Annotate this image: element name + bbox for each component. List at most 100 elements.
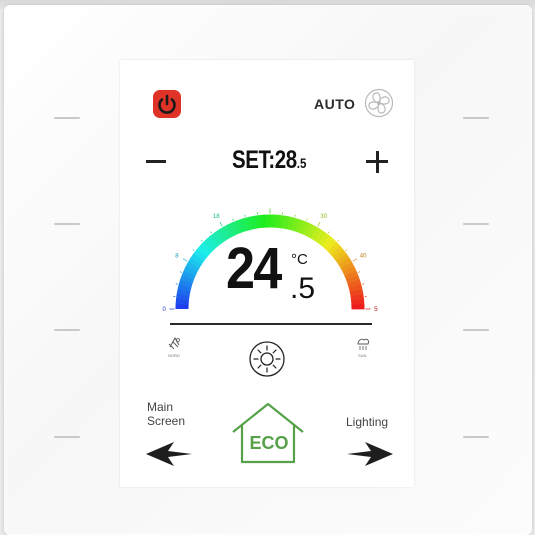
gauge-segment: [335, 253, 350, 265]
setpoint-fraction: .5: [296, 155, 307, 171]
gauge-tick: [244, 214, 246, 217]
setpoint-label: SET:28: [232, 146, 297, 174]
gauge-segment: [245, 216, 254, 231]
gauge-segment: [314, 229, 326, 244]
gauge-tick: [345, 249, 348, 252]
gauge-segment: [222, 224, 234, 239]
gauge-segment: [176, 288, 191, 297]
side-key-right-1[interactable]: [463, 117, 489, 119]
gauge-segment: [190, 253, 205, 265]
main-screen-label[interactable]: Main Screen: [147, 400, 185, 428]
setpoint-display: SET:28.5: [232, 146, 306, 176]
gauge-segment: [227, 222, 238, 237]
gauge-segment: [193, 249, 207, 262]
gauge-segment: [185, 261, 200, 273]
gauge-tick: [327, 231, 330, 234]
eco-label: ECO: [249, 433, 289, 453]
gauge-segment: [240, 217, 250, 232]
gauge-segment: [180, 274, 195, 284]
gauge-segment: [324, 238, 338, 252]
forward-arrow-icon[interactable]: [345, 440, 395, 468]
gauge-segment: [327, 242, 341, 255]
side-key-left-4[interactable]: [54, 436, 80, 438]
cool-mode-icon[interactable]: [166, 335, 184, 353]
gauge-tick: [358, 271, 361, 273]
side-key-left-2[interactable]: [54, 223, 80, 225]
gauge-segment: [181, 270, 196, 280]
gauge-segment: [295, 219, 305, 234]
gauge-segment: [291, 217, 300, 232]
gauge-segment: [177, 284, 192, 293]
gauge-segment: [250, 215, 258, 230]
gauge-tick: [232, 218, 234, 221]
plus-icon[interactable]: [366, 151, 388, 173]
side-key-right-4[interactable]: [463, 436, 489, 438]
gauge-segment: [218, 226, 230, 241]
side-key-right-3[interactable]: [463, 329, 489, 331]
fan-icon[interactable]: [364, 88, 394, 118]
gauge-segment: [338, 257, 353, 269]
minus-icon[interactable]: [146, 160, 166, 163]
power-icon[interactable]: [152, 89, 182, 119]
gauge-tick: [219, 221, 223, 227]
side-key-left-3[interactable]: [54, 329, 80, 331]
back-arrow-icon[interactable]: [144, 440, 194, 468]
gauge-segment: [340, 261, 355, 273]
heat-mode-icon[interactable]: [354, 335, 372, 353]
gauge-segment: [203, 238, 216, 252]
gauge-segment: [346, 275, 360, 285]
gauge-tick: [362, 283, 365, 285]
gauge-segment: [196, 245, 210, 258]
gauge-tick: [317, 221, 321, 227]
gauge-divider: [170, 323, 372, 325]
gauge-segment: [342, 266, 357, 277]
gauge-segment: [333, 249, 347, 262]
gauge-tick: [210, 231, 213, 234]
sun-icon[interactable]: [248, 340, 286, 378]
gauge-segment: [349, 289, 364, 297]
gauge-scale-label: 8: [175, 253, 179, 259]
current-temperature-fraction: .5: [290, 272, 316, 305]
gauge-segment: [310, 227, 322, 241]
lighting-label[interactable]: Lighting: [346, 415, 388, 429]
temperature-unit: °C: [291, 251, 308, 268]
heat-mode-label: SUN: [358, 353, 367, 358]
gauge-tick: [175, 283, 178, 285]
gauge-scale-label: 30: [320, 214, 327, 220]
gauge-tick: [352, 258, 358, 262]
current-temperature: 24: [226, 236, 282, 301]
cool-mode-label: NORD: [168, 353, 180, 358]
gauge-segment: [255, 214, 262, 229]
gauge-segment: [321, 235, 334, 249]
gauge-segment: [176, 293, 190, 301]
gauge-segment: [183, 265, 198, 276]
side-key-right-2[interactable]: [463, 223, 489, 225]
gauge-segment: [299, 220, 309, 235]
mode-label[interactable]: AUTO: [314, 96, 355, 112]
gauge-segment: [286, 216, 295, 231]
gauge-segment: [188, 257, 202, 269]
gauge-tick: [192, 249, 195, 252]
gauge-segment: [231, 220, 242, 235]
gauge-segment: [347, 279, 362, 289]
gauge-segment: [199, 241, 213, 255]
side-key-left-1[interactable]: [54, 117, 80, 119]
gauge-scale-label: 18: [213, 214, 220, 220]
gauge-segment: [306, 224, 318, 239]
gauge-tick: [182, 258, 188, 262]
gauge-segment: [178, 279, 193, 288]
gauge-segment: [278, 215, 286, 229]
gauge-segment: [348, 284, 363, 293]
gauge-segment: [236, 219, 246, 233]
gauge-tick: [179, 271, 182, 273]
gauge-segment: [210, 232, 223, 246]
gauge-segment: [282, 215, 291, 230]
gauge-tick: [337, 239, 340, 242]
gauge-scale-label: 10: [162, 307, 166, 313]
gauge-tick: [306, 218, 308, 221]
gauge-tick: [294, 214, 296, 217]
gauge-segment: [350, 294, 365, 301]
gauge-scale-label: 25: [267, 205, 274, 206]
gauge-segment: [330, 245, 344, 259]
gauge-scale-label: 50: [374, 307, 378, 313]
